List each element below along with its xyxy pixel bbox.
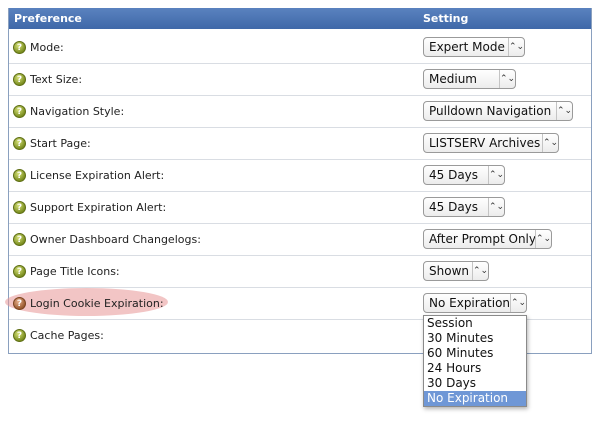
help-icon[interactable]: ? <box>13 105 26 118</box>
option-30-minutes[interactable]: 30 Minutes <box>424 331 526 346</box>
table-header: Preference Setting <box>9 8 591 29</box>
help-icon[interactable]: ? <box>13 297 26 310</box>
select-arrow-icon: ⌃⌄ <box>510 294 526 312</box>
start-page-select[interactable]: LISTSERV Archives ⌃⌄ <box>423 133 559 153</box>
support-expiration-alert-select[interactable]: 45 Days ⌃⌄ <box>423 197 505 217</box>
license-expiration-alert-label: License Expiration Alert: <box>30 169 165 182</box>
select-arrow-icon: ⌃⌄ <box>535 230 551 248</box>
owner-dashboard-changelogs-label: Owner Dashboard Changelogs: <box>30 233 201 246</box>
mode-label: Mode: <box>30 41 64 54</box>
option-no-expiration[interactable]: No Expiration <box>424 391 526 406</box>
help-icon[interactable]: ? <box>13 233 26 246</box>
select-arrow-icon: ⌃⌄ <box>508 38 524 56</box>
option-24-hours[interactable]: 24 Hours <box>424 361 526 376</box>
page-title-icons-select[interactable]: Shown ⌃⌄ <box>423 261 489 281</box>
preference-column-header: Preference <box>14 12 82 25</box>
navigation-style-label: Navigation Style: <box>30 105 125 118</box>
help-icon[interactable]: ? <box>13 201 26 214</box>
option-30-days[interactable]: 30 Days <box>424 376 526 391</box>
support-expiration-alert-label: Support Expiration Alert: <box>30 201 167 214</box>
option-session[interactable]: Session <box>424 316 526 331</box>
login-cookie-expiration-options: Session 30 Minutes 60 Minutes 24 Hours 3… <box>423 315 527 407</box>
select-arrow-icon: ⌃⌄ <box>472 262 488 280</box>
login-cookie-expiration-label: Login Cookie Expiration: <box>30 297 164 310</box>
help-icon[interactable]: ? <box>13 169 26 182</box>
select-arrow-icon: ⌃⌄ <box>499 70 515 88</box>
help-icon[interactable]: ? <box>13 265 26 278</box>
cache-pages-label: Cache Pages: <box>30 329 104 342</box>
owner-dashboard-changelogs-select[interactable]: After Prompt Only ⌃⌄ <box>423 229 552 249</box>
start-page-label: Start Page: <box>30 137 91 150</box>
help-icon[interactable]: ? <box>13 137 26 150</box>
navigation-style-select[interactable]: Pulldown Navigation ⌃⌄ <box>423 101 573 121</box>
select-arrow-icon: ⌃⌄ <box>556 102 572 120</box>
table-row-page-title-icons: ? Page Title Icons: <box>9 256 591 288</box>
text-size-label: Text Size: <box>30 73 83 86</box>
text-size-select[interactable]: Medium ⌃⌄ <box>423 69 516 89</box>
option-60-minutes[interactable]: 60 Minutes <box>424 346 526 361</box>
preferences-panel: Preference Setting ? Mode: Expert Mode ⌃⌄ … <box>5 8 592 354</box>
select-arrow-icon: ⌃⌄ <box>542 134 558 152</box>
help-icon[interactable]: ? <box>13 41 26 54</box>
setting-column-header: Setting <box>423 12 469 25</box>
license-expiration-alert-select[interactable]: 45 Days ⌃⌄ <box>423 165 505 185</box>
login-cookie-expiration-select[interactable]: No Expiration ⌃⌄ <box>423 293 527 313</box>
mode-select[interactable]: Expert Mode ⌃⌄ <box>423 37 525 57</box>
page-title-icons-label: Page Title Icons: <box>30 265 120 278</box>
select-arrow-icon: ⌃⌄ <box>488 166 504 184</box>
help-icon[interactable]: ? <box>13 73 26 86</box>
select-arrow-icon: ⌃⌄ <box>488 198 504 216</box>
help-icon[interactable]: ? <box>13 329 26 342</box>
